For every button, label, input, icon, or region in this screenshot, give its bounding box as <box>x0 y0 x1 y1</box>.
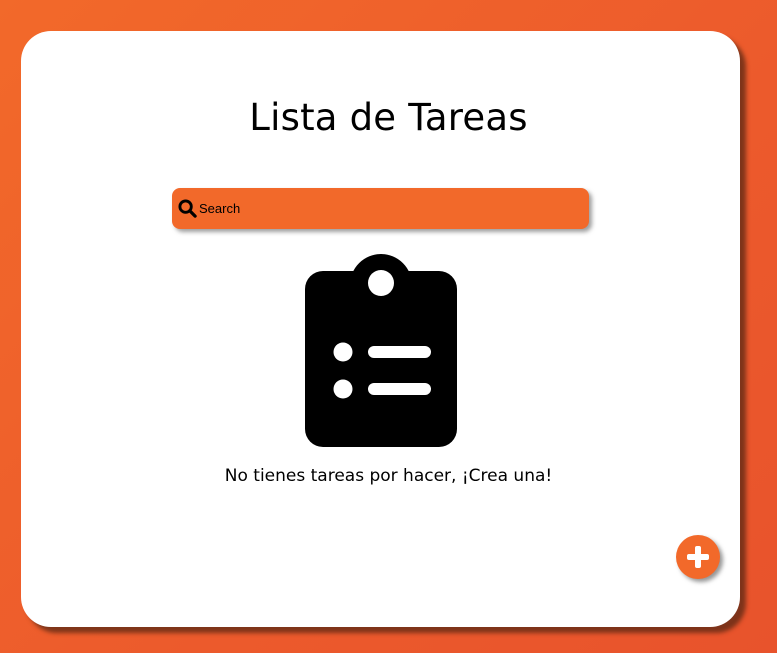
plus-icon <box>686 545 710 569</box>
search-icon <box>177 199 197 219</box>
empty-state-message: No tienes tareas por hacer, ¡Crea una! <box>224 466 553 486</box>
clipboard-list-icon <box>305 245 457 447</box>
page-title: Lista de Tareas <box>249 96 528 139</box>
add-task-button[interactable] <box>676 535 720 579</box>
search-bar[interactable] <box>172 188 589 229</box>
search-input[interactable] <box>199 193 579 224</box>
